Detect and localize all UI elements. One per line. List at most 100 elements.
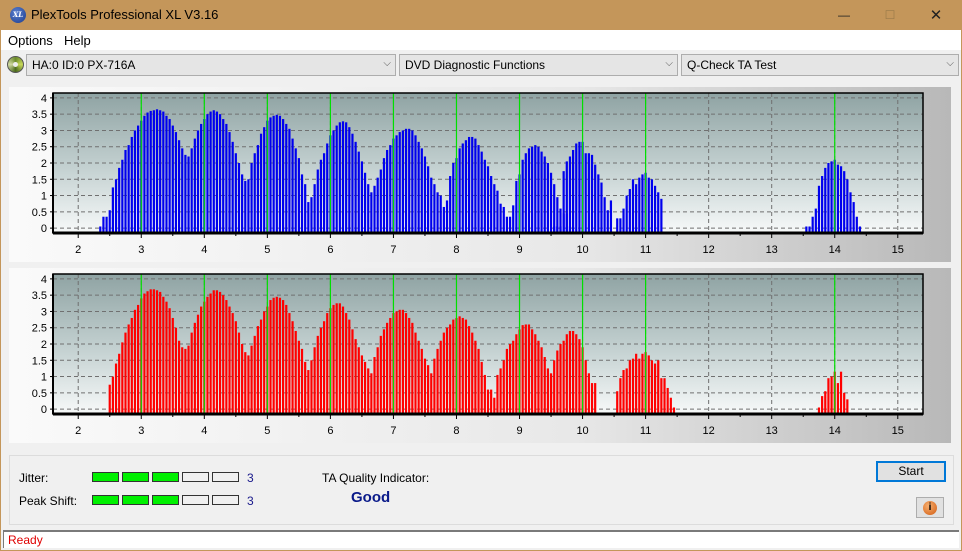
function-select[interactable]: DVD Diagnostic Functions ⌵: [399, 54, 678, 76]
bar: [282, 300, 285, 414]
pit-chart: 0 0.5 1 1.5 2 2.5 3 3.5 4 2 3 4 5 6 7 8 9 10 11 12 13 14 15: [32, 273, 924, 437]
bar: [603, 197, 606, 233]
bar: [168, 119, 171, 233]
bar: [263, 311, 266, 414]
bar: [121, 342, 124, 414]
bar: [143, 293, 146, 414]
minimize-button[interactable]: —: [821, 0, 867, 30]
bar: [531, 146, 534, 233]
bar: [124, 332, 127, 414]
bar: [278, 115, 282, 233]
bar: [338, 303, 341, 414]
bar: [300, 174, 304, 233]
bar: [379, 169, 382, 233]
start-button[interactable]: Start: [876, 461, 946, 482]
x-tick-label: 15: [892, 244, 904, 256]
bar: [322, 153, 326, 233]
bar: [184, 348, 187, 414]
peak-shift-label: Peak Shift:: [19, 494, 78, 508]
bar: [442, 206, 445, 233]
bar: [546, 163, 549, 233]
bar: [458, 316, 461, 414]
bar: [647, 355, 650, 414]
x-tick-label: 13: [766, 244, 778, 256]
test-select[interactable]: Q-Check TA Test ⌵: [681, 54, 959, 76]
bar: [559, 344, 562, 414]
bar: [275, 296, 278, 414]
bar: [354, 141, 357, 233]
bar: [114, 179, 118, 233]
bar: [660, 378, 663, 414]
bar: [174, 132, 178, 233]
bar: [427, 365, 430, 414]
peak-shift-meter-segment: [122, 495, 149, 505]
bar: [247, 179, 250, 233]
bar: [181, 148, 184, 233]
bar: [401, 309, 404, 414]
x-tick-label: 14: [829, 244, 841, 256]
bar: [121, 159, 124, 233]
bar: [524, 324, 527, 414]
info-button[interactable]: i: [916, 497, 944, 518]
bar: [326, 313, 329, 414]
bar: [641, 353, 644, 414]
menu-options[interactable]: Options: [8, 33, 53, 48]
bar: [250, 163, 253, 233]
bar: [291, 321, 294, 414]
x-tick-label: 5: [264, 244, 270, 256]
bar: [430, 177, 433, 233]
bar: [638, 358, 641, 414]
bar: [404, 313, 408, 414]
menu-help[interactable]: Help: [64, 33, 91, 48]
bar: [474, 138, 477, 233]
y-tick-label: 1.5: [32, 355, 47, 367]
jitter-meter-segment: [152, 472, 179, 482]
bar: [187, 345, 190, 414]
bar: [326, 143, 329, 233]
bar: [259, 319, 263, 414]
drive-select[interactable]: HA:0 ID:0 PX-716A ⌵: [26, 54, 396, 76]
bar: [578, 141, 581, 233]
bar: [234, 321, 237, 414]
bar: [316, 169, 319, 233]
bar: [531, 329, 534, 414]
maximize-button[interactable]: ☐: [867, 0, 913, 30]
bar: [386, 322, 389, 414]
bar: [436, 192, 439, 233]
bar: [237, 332, 241, 414]
y-tick-label: 4: [41, 93, 47, 105]
bar: [263, 127, 266, 233]
bar: [515, 180, 518, 233]
bar: [814, 208, 817, 233]
bar: [168, 308, 171, 414]
y-tick-label: 2.5: [32, 142, 47, 154]
bar: [821, 396, 824, 414]
close-button[interactable]: ✕: [913, 0, 959, 30]
bar: [821, 176, 824, 233]
bar: [395, 135, 398, 233]
y-tick-label: 2: [41, 158, 47, 170]
bar: [294, 148, 297, 233]
bar: [849, 192, 852, 233]
bar: [477, 348, 480, 414]
bar: [382, 329, 386, 414]
bar: [231, 313, 234, 414]
bar: [102, 216, 105, 233]
bar: [666, 387, 669, 414]
bar: [386, 149, 389, 233]
bar: [376, 177, 379, 233]
bar: [215, 111, 219, 233]
bar: [490, 176, 493, 233]
bar: [313, 347, 316, 414]
bar: [272, 297, 275, 414]
bar: [231, 141, 234, 233]
bar: [348, 127, 351, 233]
peak-shift-meter-segment: [212, 495, 239, 505]
bar: [477, 145, 480, 233]
bar: [177, 340, 181, 414]
bar: [625, 368, 628, 414]
bar: [152, 289, 155, 414]
jitter-label: Jitter:: [19, 471, 49, 485]
bar: [439, 195, 442, 233]
bar: [540, 151, 543, 233]
